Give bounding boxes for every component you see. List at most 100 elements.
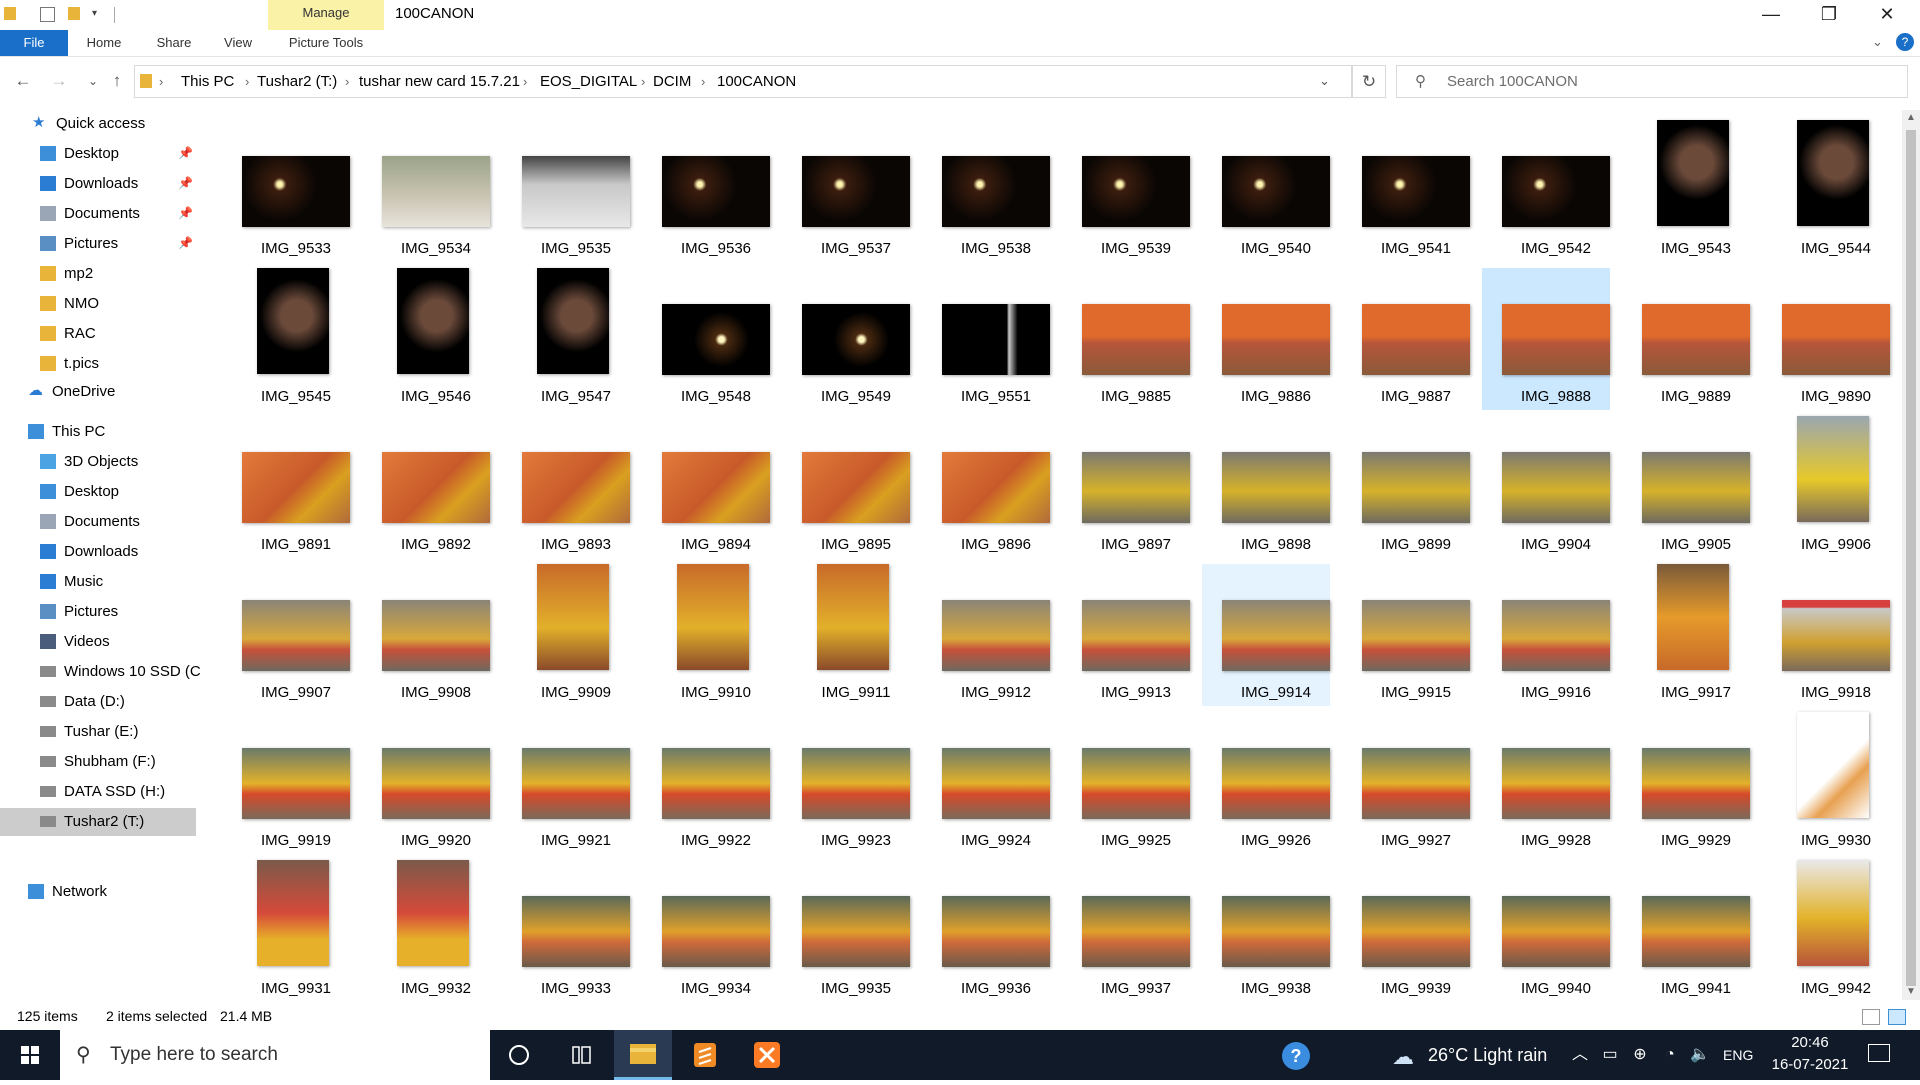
scroll-up-icon[interactable]: ▲	[1906, 112, 1916, 123]
file-tile[interactable]: IMG_9915	[1342, 564, 1470, 706]
breadcrumb-folder[interactable]: tushar new card 15.7.21	[359, 66, 520, 97]
file-tile[interactable]: IMG_9930	[1762, 712, 1890, 854]
file-tile[interactable]: IMG_9935	[782, 860, 910, 1002]
restore-button[interactable]: ❐	[1800, 0, 1858, 30]
nav-item-nmo[interactable]: NMO	[0, 290, 196, 318]
file-tile[interactable]: IMG_9890	[1762, 268, 1890, 410]
nav-item-tushar-e[interactable]: Tushar (E:)	[0, 718, 196, 746]
file-tile[interactable]: IMG_9911	[782, 564, 910, 706]
nav-item-downloads[interactable]: Downloads	[0, 538, 196, 566]
show-hidden-icons-icon[interactable]: ︿	[1570, 1045, 1590, 1065]
file-tile[interactable]: IMG_9547	[502, 268, 630, 410]
file-tile[interactable]: IMG_9543	[1622, 120, 1750, 262]
tab-home[interactable]: Home	[76, 30, 132, 56]
breadcrumb-separator[interactable]: ›	[701, 66, 705, 97]
file-tile[interactable]: IMG_9925	[1062, 712, 1190, 854]
close-button[interactable]: ✕	[1858, 0, 1916, 30]
nav-onedrive[interactable]: ☁ OneDrive	[0, 378, 196, 406]
nav-item-pictures[interactable]: Pictures	[0, 598, 196, 626]
address-bar[interactable]: › This PC › Tushar2 (T:) › tushar new ca…	[134, 65, 1352, 98]
breadcrumb-separator[interactable]: ›	[159, 66, 163, 97]
breadcrumb-separator[interactable]: ›	[523, 66, 527, 97]
file-tile[interactable]: IMG_9926	[1202, 712, 1330, 854]
breadcrumb-eos-digital[interactable]: EOS_DIGITAL	[540, 66, 637, 97]
taskbar-search[interactable]: ⚲ Type here to search	[60, 1030, 490, 1080]
ribbon-expand-icon[interactable]: ⌄	[1872, 34, 1883, 50]
breadcrumb-separator[interactable]: ›	[245, 66, 249, 97]
minimize-button[interactable]: —	[1742, 0, 1800, 30]
file-tile[interactable]: IMG_9536	[642, 120, 770, 262]
file-tile[interactable]: IMG_9887	[1342, 268, 1470, 410]
file-tile[interactable]: IMG_9908	[362, 564, 490, 706]
file-tile[interactable]: IMG_9895	[782, 416, 910, 558]
nav-item-data-d[interactable]: Data (D:)	[0, 688, 196, 716]
file-tile[interactable]: IMG_9921	[502, 712, 630, 854]
file-tile[interactable]: IMG_9534	[362, 120, 490, 262]
nav-item-t-pics[interactable]: t.pics	[0, 350, 196, 378]
new-folder-icon[interactable]	[68, 7, 80, 20]
network-icon[interactable]: ⊕	[1630, 1045, 1650, 1065]
file-tile[interactable]: IMG_9929	[1622, 712, 1750, 854]
file-tile[interactable]: IMG_9897	[1062, 416, 1190, 558]
clock-time[interactable]: 20:46	[1770, 1034, 1850, 1051]
clock-date[interactable]: 16-07-2021	[1770, 1056, 1850, 1073]
address-dropdown-icon[interactable]: ⌄	[1319, 73, 1330, 89]
file-tile[interactable]: IMG_9888	[1482, 268, 1610, 410]
breadcrumb-this-pc[interactable]: This PC	[181, 66, 234, 97]
nav-item-pictures[interactable]: Pictures 📌	[0, 230, 196, 258]
file-tile[interactable]: IMG_9907	[222, 564, 350, 706]
task-view-button[interactable]	[552, 1030, 610, 1080]
xampp-button[interactable]	[738, 1030, 796, 1080]
scroll-down-icon[interactable]: ▼	[1906, 986, 1916, 997]
nav-item-videos[interactable]: Videos	[0, 628, 196, 656]
file-tile[interactable]: IMG_9916	[1482, 564, 1610, 706]
file-tile[interactable]: IMG_9893	[502, 416, 630, 558]
nav-this-pc[interactable]: This PC	[0, 418, 196, 446]
breadcrumb-separator[interactable]: ›	[641, 66, 645, 97]
tab-file[interactable]: File	[0, 30, 68, 56]
file-tile[interactable]: IMG_9924	[922, 712, 1050, 854]
customize-quick-access-icon[interactable]: ▾	[92, 8, 108, 24]
file-tile[interactable]: IMG_9938	[1202, 860, 1330, 1002]
cortana-button[interactable]	[490, 1030, 548, 1080]
file-tile[interactable]: IMG_9886	[1202, 268, 1330, 410]
file-tile[interactable]: IMG_9932	[362, 860, 490, 1002]
file-tile[interactable]: IMG_9545	[222, 268, 350, 410]
file-tile[interactable]: IMG_9909	[502, 564, 630, 706]
breadcrumb-separator[interactable]: ›	[345, 66, 349, 97]
file-tile[interactable]: IMG_9913	[1062, 564, 1190, 706]
wifi-icon[interactable]: ◔	[1660, 1045, 1680, 1065]
language-indicator[interactable]: ENG	[1723, 1030, 1753, 1080]
file-tile[interactable]: IMG_9920	[362, 712, 490, 854]
help-icon[interactable]: ?	[1282, 1042, 1310, 1070]
file-tile[interactable]: IMG_9885	[1062, 268, 1190, 410]
nav-item-shubham-f[interactable]: Shubham (F:)	[0, 748, 196, 776]
file-tile[interactable]: IMG_9541	[1342, 120, 1470, 262]
file-tile[interactable]: IMG_9927	[1342, 712, 1470, 854]
nav-quick-access[interactable]: ★ Quick access	[0, 110, 196, 138]
nav-item-mp2[interactable]: mp2	[0, 260, 196, 288]
file-tile[interactable]: IMG_9533	[222, 120, 350, 262]
file-tile[interactable]: IMG_9905	[1622, 416, 1750, 558]
nav-item-rac[interactable]: RAC	[0, 320, 196, 348]
nav-item-3d-objects[interactable]: 3D Objects	[0, 448, 196, 476]
search-input[interactable]: ⚲ Search 100CANON	[1396, 65, 1908, 98]
file-explorer-taskbar-button[interactable]	[614, 1030, 672, 1080]
nav-item-desktop[interactable]: Desktop 📌	[0, 140, 196, 168]
vertical-scrollbar[interactable]: ▲ ▼	[1902, 110, 1920, 1000]
file-tile[interactable]: IMG_9917	[1622, 564, 1750, 706]
file-tile[interactable]: IMG_9896	[922, 416, 1050, 558]
file-tile[interactable]: IMG_9898	[1202, 416, 1330, 558]
details-view-icon[interactable]	[1862, 1009, 1880, 1025]
file-tile[interactable]: IMG_9914	[1202, 564, 1330, 706]
file-tile[interactable]: IMG_9936	[922, 860, 1050, 1002]
file-tile[interactable]: IMG_9891	[222, 416, 350, 558]
nav-item-documents[interactable]: Documents 📌	[0, 200, 196, 228]
start-button[interactable]	[0, 1030, 60, 1080]
notifications-icon[interactable]	[1868, 1044, 1890, 1062]
tab-picture-tools[interactable]: Picture Tools	[276, 30, 376, 56]
tab-view[interactable]: View	[212, 30, 264, 56]
file-tile[interactable]: IMG_9537	[782, 120, 910, 262]
file-tile[interactable]: IMG_9544	[1762, 120, 1890, 262]
file-tile[interactable]: IMG_9540	[1202, 120, 1330, 262]
